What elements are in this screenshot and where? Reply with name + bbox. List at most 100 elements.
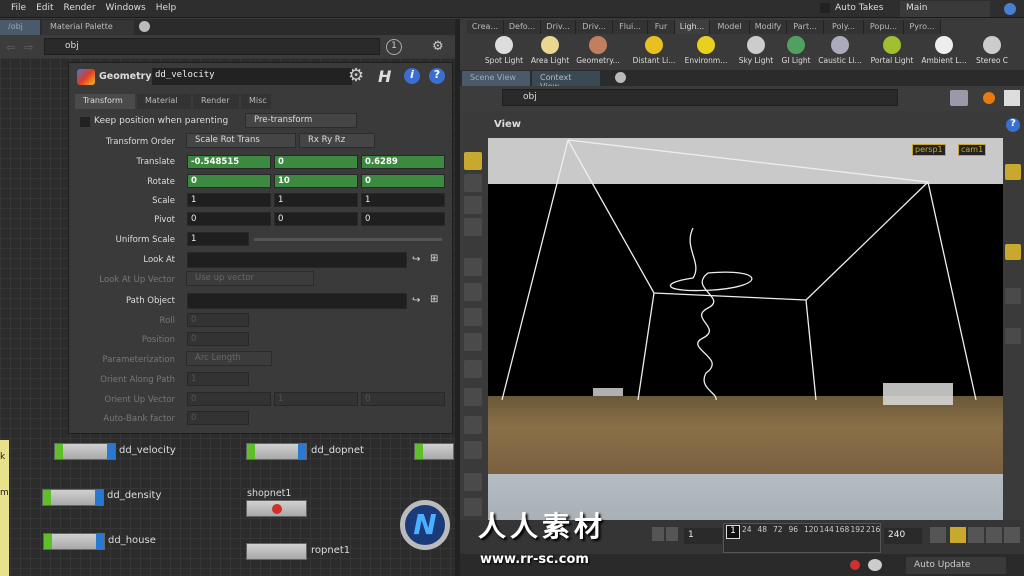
timeline-slider[interactable]: 1 24 48 72 96 120 144 168 192 216 bbox=[723, 523, 881, 553]
info-icon[interactable]: i bbox=[404, 68, 420, 84]
shelf-tab[interactable]: Driv... bbox=[576, 20, 613, 34]
shelf-tool[interactable]: Portal Light bbox=[862, 36, 922, 65]
auto-takes-checkbox[interactable] bbox=[820, 3, 830, 13]
camera-tool-icon[interactable] bbox=[464, 473, 482, 491]
display-option-icon[interactable] bbox=[1005, 164, 1021, 180]
update-mode-select[interactable]: Auto Update bbox=[906, 557, 1006, 574]
tab-obj[interactable]: /obj bbox=[0, 20, 40, 35]
shelf-tab[interactable]: Fur bbox=[648, 20, 675, 34]
node-dd-velocity[interactable] bbox=[54, 443, 116, 460]
sticky-note[interactable]: k m bbox=[0, 440, 9, 576]
node-dd-density[interactable] bbox=[42, 489, 104, 506]
node-dd-house[interactable] bbox=[43, 533, 105, 550]
keys-icon[interactable] bbox=[986, 527, 1002, 543]
keep-position-checkbox[interactable] bbox=[80, 117, 90, 127]
shelf-tool[interactable]: Geometry... bbox=[568, 36, 628, 65]
shelf-tab[interactable]: Ligh... bbox=[675, 20, 710, 34]
look-at-up-dropdown[interactable]: Use up vector bbox=[186, 271, 314, 286]
global-anim-icon[interactable] bbox=[1004, 527, 1020, 543]
snap-tool-icon[interactable] bbox=[464, 416, 482, 434]
shelf-tab[interactable]: Modify bbox=[750, 20, 787, 34]
houdini-h-icon[interactable]: H bbox=[378, 67, 391, 86]
viewport[interactable]: persp1 cam1 bbox=[488, 138, 1003, 520]
path-object-field[interactable] bbox=[187, 293, 407, 309]
node-chooser-icon[interactable]: ⊞ bbox=[430, 294, 438, 305]
shelf-tab[interactable]: Model bbox=[710, 20, 750, 34]
magnet-tool-icon[interactable] bbox=[464, 388, 482, 406]
orient-along-path-field[interactable]: 1 bbox=[187, 372, 249, 386]
menu-help[interactable]: Help bbox=[151, 0, 182, 16]
error-icon[interactable] bbox=[850, 560, 860, 570]
orient-up-y[interactable]: 1 bbox=[274, 392, 358, 406]
scale-x[interactable]: 1 bbox=[187, 193, 271, 207]
tab-material[interactable]: Material bbox=[137, 94, 191, 109]
jump-arrow-icon[interactable]: ↪ bbox=[412, 295, 420, 306]
help-icon[interactable]: ? bbox=[429, 68, 445, 84]
tab-scene-view[interactable]: Scene View bbox=[462, 71, 530, 86]
pivot-y[interactable]: 0 bbox=[274, 212, 358, 226]
shelf-tab[interactable]: Popu... bbox=[864, 20, 904, 34]
help-icon[interactable] bbox=[1004, 3, 1016, 15]
shelf-tab[interactable]: Part... bbox=[787, 20, 824, 34]
shelf-tool[interactable]: Stereo C bbox=[962, 36, 1022, 65]
translate-x[interactable]: -0.548515 bbox=[187, 155, 271, 169]
move-tool-icon[interactable] bbox=[464, 174, 482, 192]
jump-arrow-icon[interactable]: ↪ bbox=[412, 254, 420, 265]
shelf-tab[interactable]: Poly... bbox=[824, 20, 864, 34]
handle-tool-icon[interactable] bbox=[464, 283, 482, 301]
range-icon[interactable] bbox=[652, 527, 664, 541]
audio-icon[interactable] bbox=[930, 527, 946, 543]
transform-order-dropdown[interactable]: Scale Rot Trans bbox=[186, 133, 296, 148]
shelf-tab[interactable]: Flui... bbox=[613, 20, 648, 34]
shading-option-icon[interactable] bbox=[1005, 288, 1021, 304]
look-at-field[interactable] bbox=[187, 252, 407, 268]
shelf-tab[interactable]: Pyro... bbox=[904, 20, 941, 34]
shelf-tool[interactable]: Distant Li... bbox=[624, 36, 684, 65]
shelf-tab[interactable]: Defo... bbox=[504, 20, 541, 34]
pose-tool-icon[interactable] bbox=[464, 308, 482, 326]
network-path-field[interactable]: obj bbox=[44, 38, 380, 55]
light-option-icon[interactable] bbox=[1005, 244, 1021, 260]
ghost-option-icon[interactable] bbox=[1005, 328, 1021, 344]
add-tab-icon[interactable] bbox=[615, 72, 626, 83]
pivot-x[interactable]: 0 bbox=[187, 212, 271, 226]
pre-transform-dropdown[interactable]: Pre-transform bbox=[245, 113, 357, 128]
menu-file[interactable]: File bbox=[6, 0, 31, 16]
playback-icon[interactable] bbox=[968, 527, 984, 543]
camera-menu-2[interactable]: cam1 bbox=[958, 144, 987, 156]
pivot-z[interactable]: 0 bbox=[361, 212, 445, 226]
render-icon[interactable] bbox=[983, 92, 995, 104]
view-tool-icon[interactable] bbox=[464, 360, 482, 378]
rotate-z[interactable]: 0 bbox=[361, 174, 445, 188]
shelf-tab[interactable]: Crea... bbox=[467, 20, 504, 34]
menu-windows[interactable]: Windows bbox=[101, 0, 151, 16]
gear-icon[interactable]: ⚙ bbox=[348, 65, 364, 86]
camera-menu[interactable]: persp1 bbox=[912, 144, 946, 156]
tab-render[interactable]: Render bbox=[193, 94, 239, 109]
take-select[interactable]: Main bbox=[900, 1, 990, 17]
node-dd-dopnet[interactable] bbox=[246, 443, 307, 460]
node-partial[interactable] bbox=[414, 443, 454, 460]
menu-edit[interactable]: Edit bbox=[31, 0, 58, 16]
chat-icon[interactable] bbox=[868, 559, 882, 571]
pin-badge[interactable]: 1 bbox=[386, 39, 402, 55]
node-chooser-icon[interactable]: ⊞ bbox=[430, 253, 438, 264]
node-name-field[interactable]: dd_velocity bbox=[152, 68, 352, 85]
uniform-scale-field[interactable]: 1 bbox=[187, 232, 249, 246]
rotate-x[interactable]: 0 bbox=[187, 174, 271, 188]
display-icon[interactable] bbox=[1004, 90, 1020, 106]
tab-context-view[interactable]: Context View bbox=[532, 71, 600, 91]
current-frame-field[interactable]: 1 bbox=[684, 528, 722, 544]
gear-icon[interactable]: ⚙ bbox=[432, 39, 444, 54]
add-tab-icon[interactable] bbox=[139, 21, 150, 32]
tab-material-palette[interactable]: Material Palette bbox=[42, 20, 134, 35]
rotate-tool-icon[interactable] bbox=[464, 196, 482, 214]
parameterization-dropdown[interactable]: Arc Length bbox=[186, 351, 272, 366]
translate-z[interactable]: 0.6289 bbox=[361, 155, 445, 169]
cube-icon[interactable] bbox=[950, 90, 968, 106]
shelf-tab[interactable]: Driv... bbox=[541, 20, 576, 34]
position-field[interactable]: 0 bbox=[187, 332, 249, 346]
orient-up-z[interactable]: 0 bbox=[361, 392, 445, 406]
orient-up-x[interactable]: 0 bbox=[187, 392, 271, 406]
menu-render[interactable]: Render bbox=[59, 0, 101, 16]
